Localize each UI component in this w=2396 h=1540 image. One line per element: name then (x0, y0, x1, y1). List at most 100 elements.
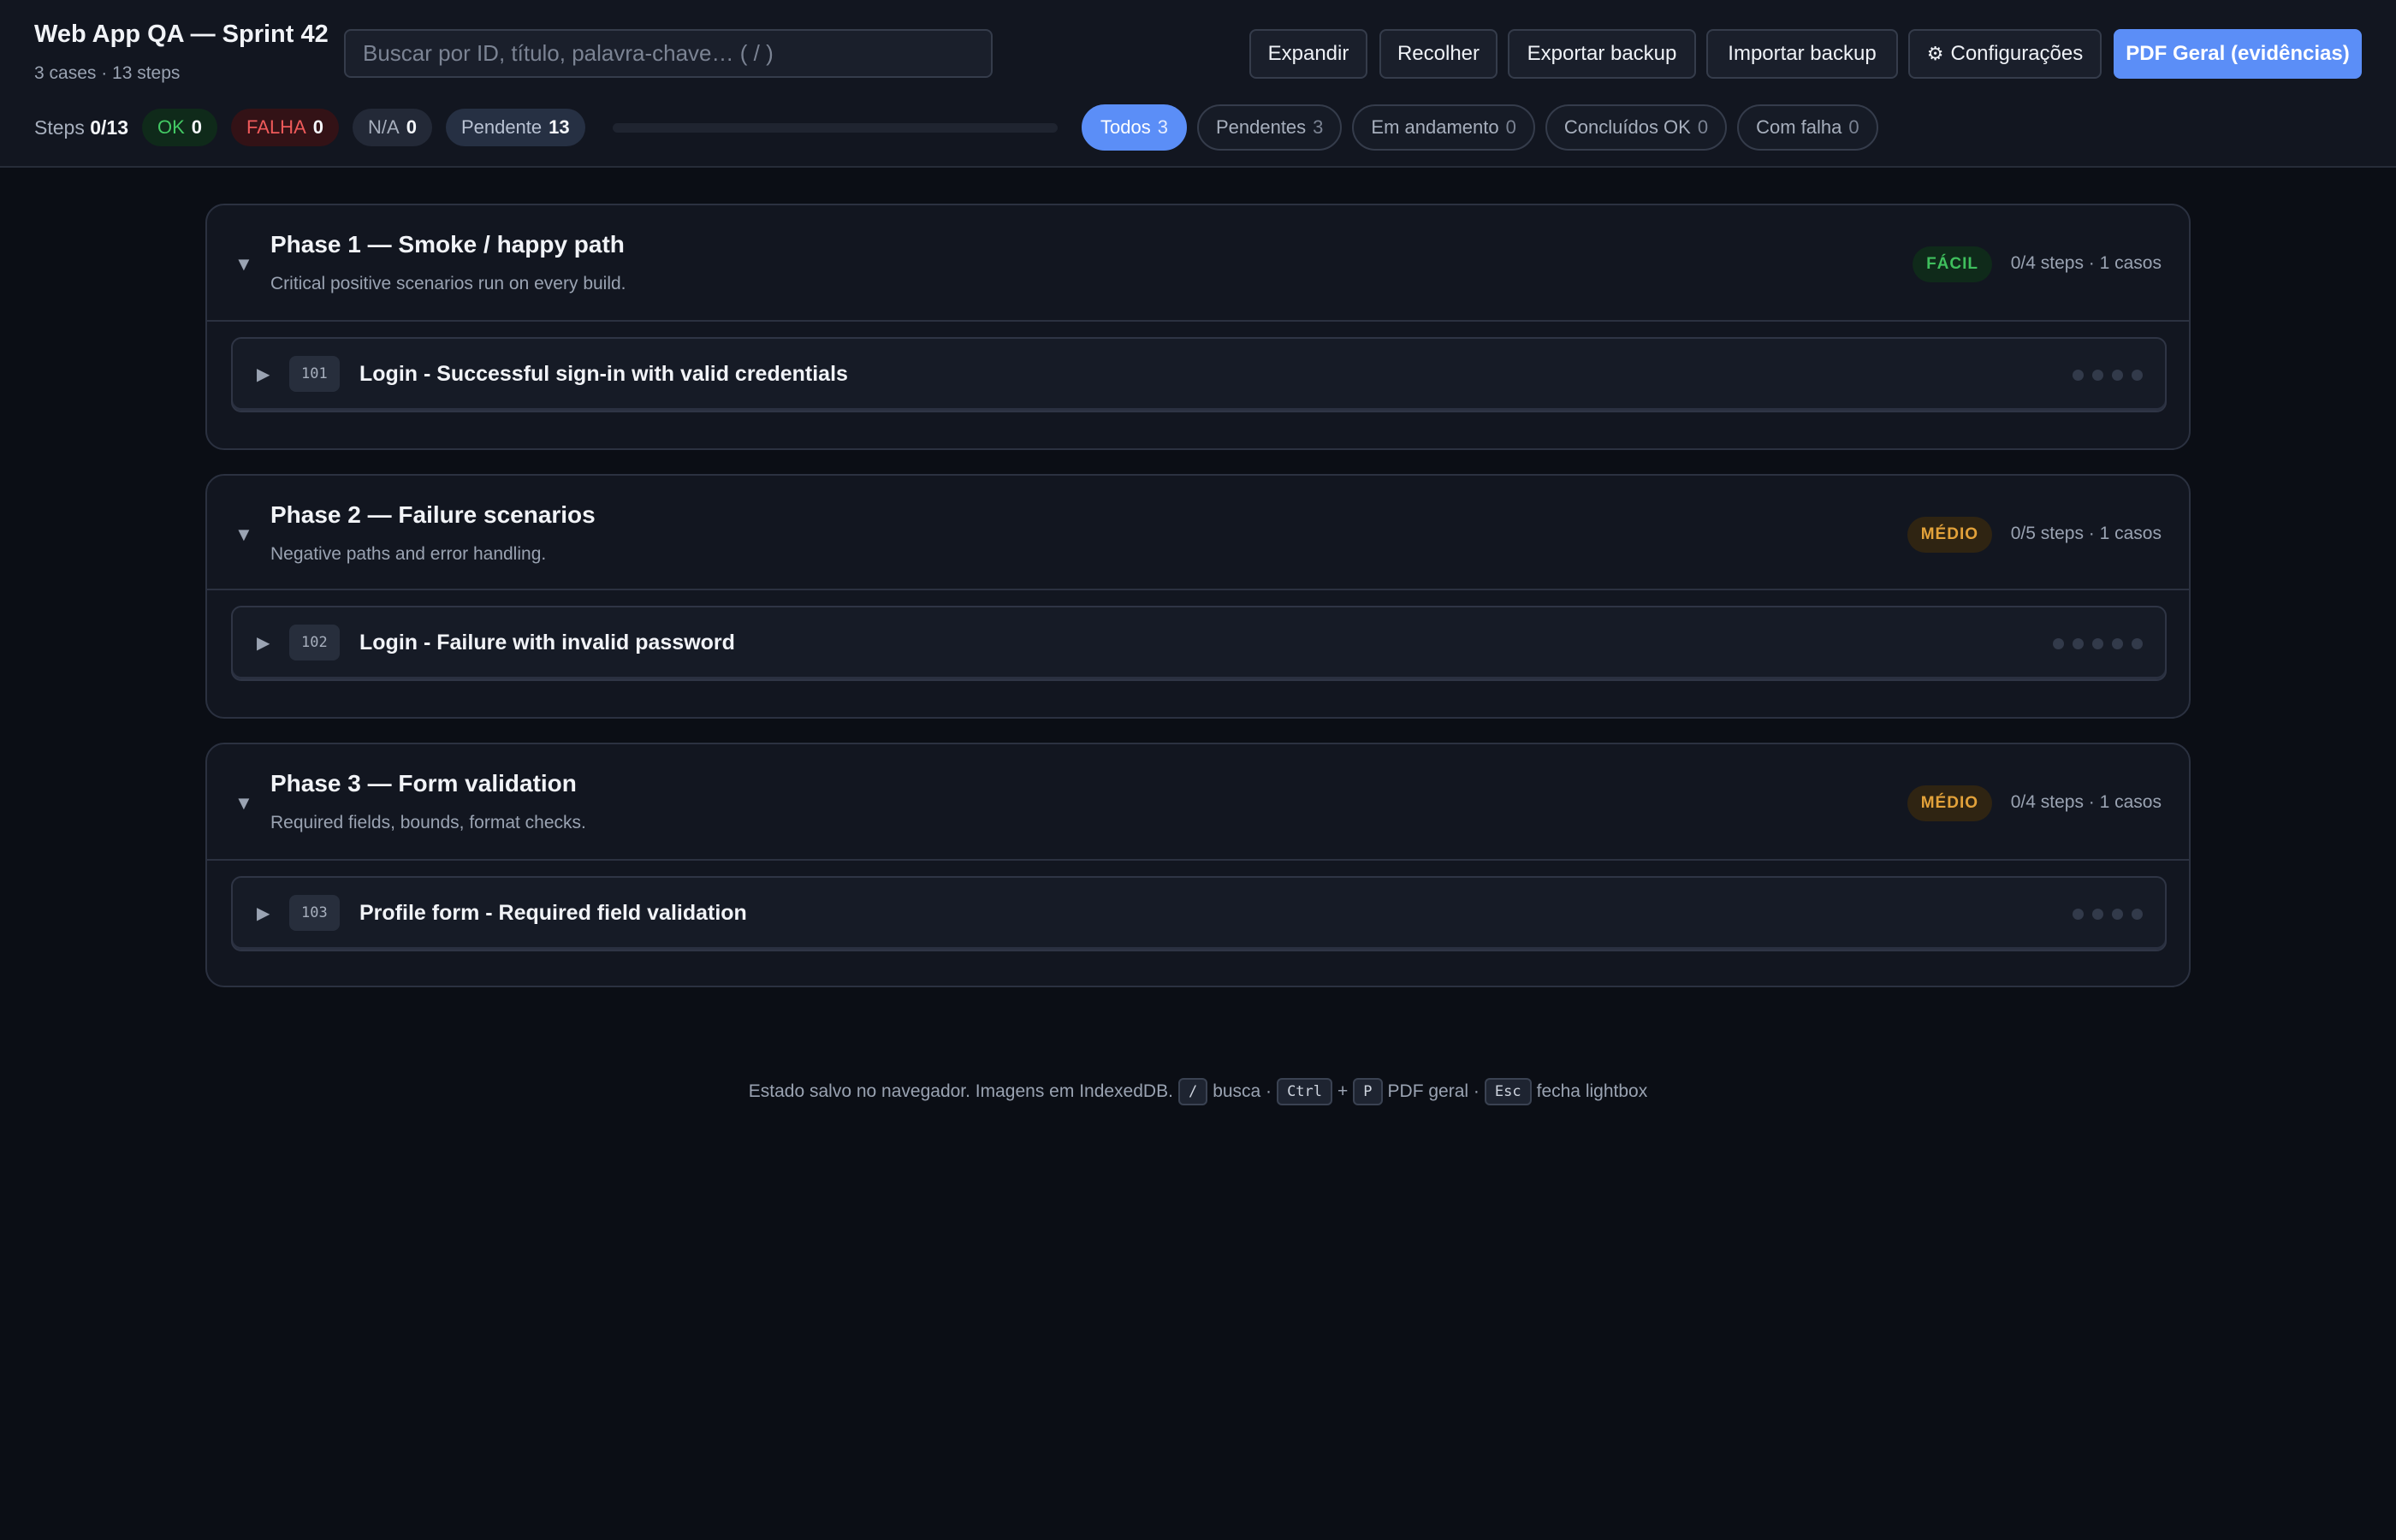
steps-done: 0 (90, 116, 102, 139)
settings-button-label: Configurações (1950, 42, 2084, 65)
steps-total: 13 (106, 116, 128, 139)
kbd-p: P (1353, 1078, 1383, 1105)
phase-title: Phase 1 — Smoke / happy path (270, 231, 625, 258)
collapse-button[interactable]: Recolher (1379, 29, 1498, 79)
filter-count: 3 (1157, 116, 1168, 138)
step-status-dots (2073, 909, 2143, 920)
kbd-esc: Esc (1484, 1078, 1532, 1105)
filter-label: Todos (1100, 116, 1151, 138)
phase-description: Required fields, bounds, format checks. (270, 813, 586, 832)
filter-count: 0 (1848, 116, 1859, 138)
pending-count: 13 (549, 116, 570, 138)
filter-label: Pendentes (1215, 116, 1307, 138)
phase-card: ▼ Phase 3 — Form validation Required fie… (205, 743, 2191, 987)
footer-text: fecha lightbox (1536, 1081, 1648, 1101)
gear-icon: ⚙ (1926, 43, 1944, 64)
filter-em-andamento[interactable]: Em andamento 0 (1352, 104, 1535, 151)
step-status-dot (2132, 638, 2143, 649)
chevron-right-icon[interactable]: ▶ (257, 364, 270, 385)
step-status-dot (2073, 909, 2084, 920)
page-subtitle: 3 cases · 13 steps (34, 63, 181, 83)
footer-plus: + (1337, 1081, 1349, 1101)
phase-header[interactable]: ▼ Phase 1 — Smoke / happy path Critical … (207, 205, 2189, 322)
ok-count: 0 (191, 116, 203, 138)
step-status-dot (2073, 638, 2084, 649)
footer-text: Estado salvo no navegador. Imagens em In… (748, 1081, 1173, 1101)
step-status-dot (2073, 370, 2084, 381)
na-label: N/A (368, 116, 400, 138)
pending-count-badge: Pendente 13 (445, 109, 585, 146)
chevron-down-icon[interactable]: ▼ (234, 524, 253, 546)
step-status-dot (2112, 909, 2123, 920)
phase-description: Negative paths and error handling. (270, 544, 547, 564)
step-status-dot (2053, 638, 2064, 649)
stats-row: Steps 0/13 OK 0 FALHA 0 N/A 0 Pendente 1… (34, 106, 585, 149)
case-id-badge: 102 (289, 625, 340, 660)
pending-label: Pendente (460, 116, 543, 138)
settings-button[interactable]: ⚙ Configurações (1908, 29, 2102, 79)
fail-count-badge: FALHA 0 (231, 109, 339, 146)
case-row[interactable]: ▶ 101 Login - Successful sign-in with va… (231, 337, 2167, 412)
kbd-ctrl: Ctrl (1277, 1078, 1333, 1105)
expand-button[interactable]: Expandir (1249, 29, 1367, 79)
step-status-dot (2092, 370, 2103, 381)
phase-card: ▼ Phase 2 — Failure scenarios Negative p… (205, 474, 2191, 719)
pdf-general-button[interactable]: PDF Geral (evidências) (2114, 29, 2362, 79)
phase-title: Phase 2 — Failure scenarios (270, 501, 596, 528)
phase-header[interactable]: ▼ Phase 3 — Form validation Required fie… (207, 744, 2189, 861)
filter-count: 0 (1505, 116, 1516, 138)
chevron-down-icon[interactable]: ▼ (234, 792, 253, 814)
phase-progress-meta: 0/4 steps · 1 casos (2010, 253, 2162, 273)
filter-pendentes[interactable]: Pendentes 3 (1196, 104, 1343, 151)
export-backup-button[interactable]: Exportar backup (1508, 29, 1696, 79)
filter-todos[interactable]: Todos 3 (1082, 104, 1187, 151)
ok-label: OK (157, 116, 185, 138)
phase-progress-meta: 0/4 steps · 1 casos (2010, 792, 2162, 812)
case-title: Login - Successful sign-in with valid cr… (359, 362, 848, 386)
step-status-dot (2132, 370, 2143, 381)
footer-hint: Estado salvo no navegador. Imagens em In… (0, 1078, 2396, 1105)
footer-text: busca · (1213, 1081, 1272, 1101)
kbd-search: / (1177, 1078, 1208, 1105)
difficulty-badge: FÁCIL (1913, 246, 1992, 282)
na-count-badge: N/A 0 (353, 109, 432, 146)
filter-count: 0 (1697, 116, 1709, 138)
filter-count: 3 (1313, 116, 1324, 138)
case-title: Login - Failure with invalid password (359, 631, 735, 654)
step-status-dot (2092, 909, 2103, 920)
chevron-right-icon[interactable]: ▶ (257, 632, 270, 654)
page-title: Web App QA — Sprint 42 (34, 21, 329, 48)
step-status-dot (2112, 638, 2123, 649)
step-status-dot (2112, 370, 2123, 381)
step-status-dot (2092, 638, 2103, 649)
import-backup-button[interactable]: Importar backup (1706, 29, 1898, 79)
case-row[interactable]: ▶ 103 Profile form - Required field vali… (231, 876, 2167, 951)
steps-counter: Steps 0/13 (34, 116, 128, 139)
status-filters: Todos 3 Pendentes 3 Em andamento 0 Concluíd… (1082, 104, 1878, 151)
chevron-down-icon[interactable]: ▼ (234, 253, 253, 275)
phase-progress-meta: 0/5 steps · 1 casos (2010, 524, 2162, 543)
phase-title: Phase 3 — Form validation (270, 770, 577, 797)
case-row[interactable]: ▶ 102 Login - Failure with invalid passw… (231, 606, 2167, 681)
case-title: Profile form - Required field validation (359, 901, 747, 925)
top-header: Web App QA — Sprint 42 3 cases · 13 step… (0, 0, 2396, 168)
case-id-badge: 103 (289, 895, 340, 931)
filter-concluidos-ok[interactable]: Concluídos OK 0 (1545, 104, 1728, 151)
search-input[interactable] (344, 29, 993, 78)
fail-label: FALHA (246, 116, 306, 138)
case-id-badge: 101 (289, 356, 340, 392)
difficulty-badge: MÉDIO (1907, 517, 1992, 553)
filter-label: Em andamento (1371, 116, 1499, 138)
na-count: 0 (406, 116, 417, 138)
chevron-right-icon[interactable]: ▶ (257, 903, 270, 924)
phase-description: Critical positive scenarios run on every… (270, 274, 626, 293)
ok-count-badge: OK 0 (142, 109, 218, 146)
steps-label: Steps (34, 116, 85, 139)
step-status-dots (2073, 370, 2143, 381)
difficulty-badge: MÉDIO (1907, 785, 1992, 821)
filter-com-falha[interactable]: Com falha 0 (1737, 104, 1878, 151)
step-status-dots (2053, 638, 2143, 649)
footer-text: PDF geral · (1387, 1081, 1480, 1101)
phase-header[interactable]: ▼ Phase 2 — Failure scenarios Negative p… (207, 476, 2189, 590)
progress-bar (613, 123, 1058, 133)
